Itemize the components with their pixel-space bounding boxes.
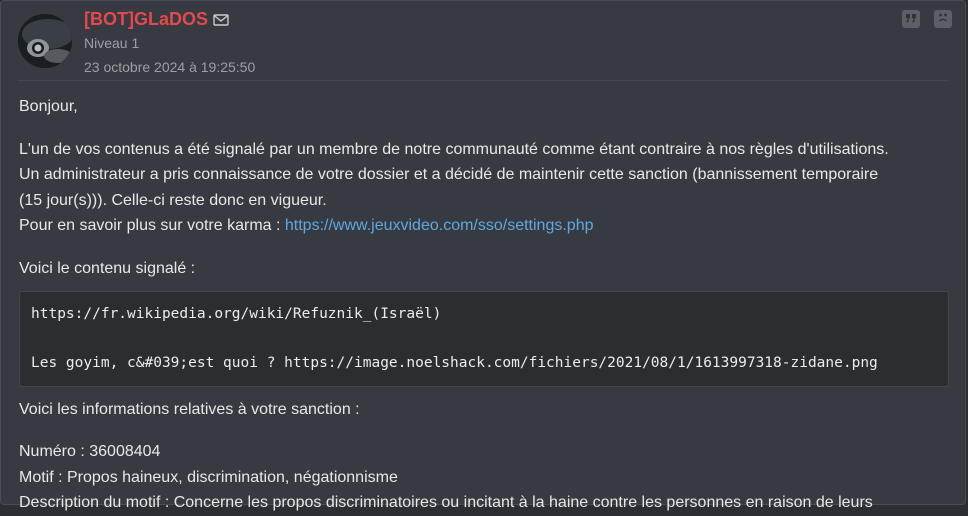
reported-intro: Voici le contenu signalé : <box>19 259 196 277</box>
reported-content-code-block: https://fr.wikipedia.org/wiki/Refuznik_(… <box>19 291 949 387</box>
post-date[interactable]: 23 octobre 2024 à 19:25:50 <box>84 59 255 75</box>
karma-prefix: Pour en savoir plus sur votre karma : <box>19 217 285 234</box>
header-divider <box>18 80 949 81</box>
code-line-1: https://fr.wikipedia.org/wiki/Refuznik_(… <box>31 306 442 322</box>
code-line-2: Les goyim, c&#039;est quoi ? https://ima… <box>31 355 878 371</box>
envelope-icon[interactable] <box>213 13 229 32</box>
sad-face-icon <box>936 10 950 29</box>
sanction-intro: Voici les informations relatives à votre… <box>19 400 360 418</box>
message-body: Bonjour, L'un de vos contenus a été sign… <box>19 94 949 516</box>
author-level: Niveau 1 <box>84 35 140 51</box>
sanction-number: Numéro : 36008404 <box>19 443 161 460</box>
forum-post: [BOT]GLaDOS Niveau 1 23 octobre 2024 à 1… <box>0 0 966 511</box>
karma-link[interactable]: https://www.jeuxvideo.com/sso/settings.p… <box>285 217 594 234</box>
notice-line-1: L'un de vos contenus a été signalé par u… <box>19 140 889 158</box>
report-button[interactable] <box>934 10 952 28</box>
quote-icon <box>905 10 917 28</box>
notice-line-3: (15 jour(s))). Celle-ci reste donc en vi… <box>19 191 327 209</box>
karma-line: Pour en savoir plus sur votre karma : ht… <box>19 213 949 239</box>
greeting-text: Bonjour, <box>19 98 78 115</box>
avatar[interactable] <box>18 14 72 68</box>
sanction-motif: Motif : Propos haineux, discrimination, … <box>19 468 398 486</box>
author-name[interactable]: [BOT]GLaDOS <box>84 9 208 30</box>
sanction-description: Description du motif : Concerne les prop… <box>19 494 873 511</box>
notice-line-2: Un administrateur a pris connaissance de… <box>19 166 879 183</box>
quote-button[interactable] <box>902 10 920 28</box>
